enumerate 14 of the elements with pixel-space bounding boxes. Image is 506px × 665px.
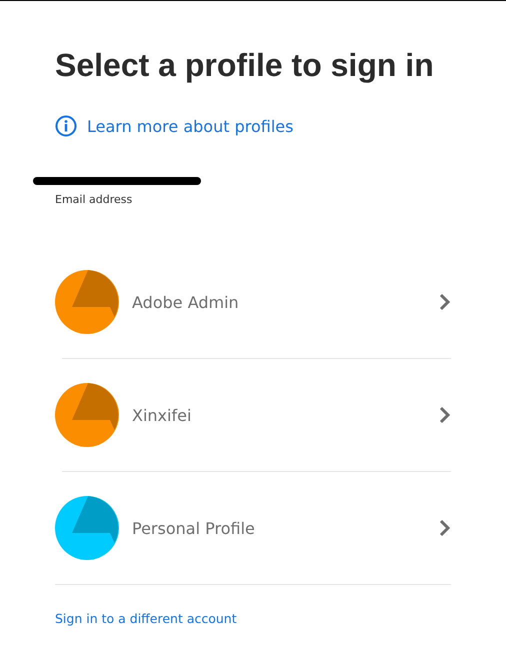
profile-name: Personal Profile <box>132 518 256 538</box>
profile-name: Xinxifei <box>132 406 192 424</box>
profile-name: Adobe Admin <box>132 292 240 312</box>
info-icon <box>55 115 77 137</box>
profile-item[interactable]: Adobe Admin <box>55 246 451 358</box>
profile-item[interactable]: Xinxifei <box>55 359 451 471</box>
profile-item[interactable]: Personal Profile <box>55 472 451 584</box>
chevron-icon <box>439 406 451 424</box>
email-label: Email address <box>55 193 134 206</box>
chevron-icon <box>439 519 451 537</box>
different-account-link[interactable]: Sign in to a different account <box>55 611 237 626</box>
learn-more-link[interactable]: Learn more about profiles <box>55 115 294 137</box>
page-title: Select a profile to sign in <box>55 46 434 85</box>
chevron-icon <box>439 293 451 311</box>
